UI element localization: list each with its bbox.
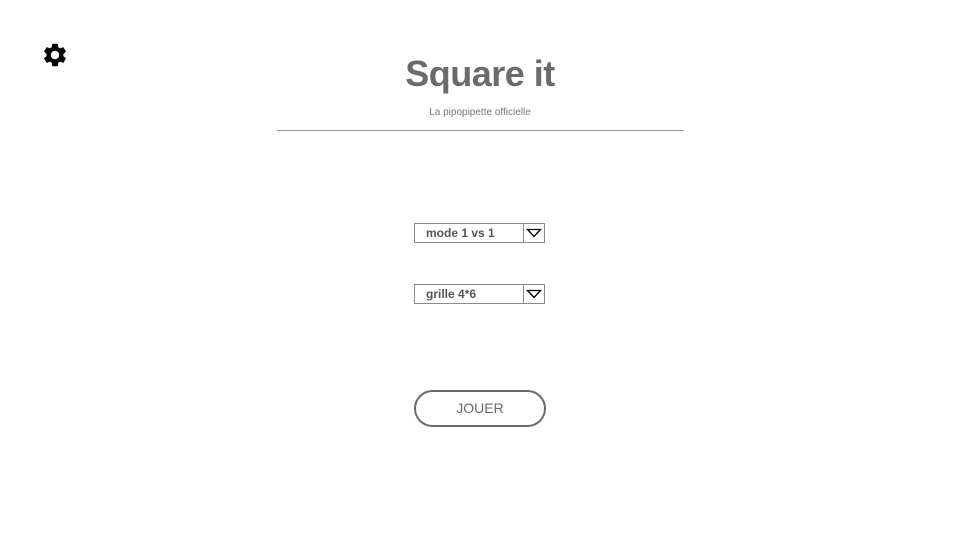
start-screen: Square it La pipopipette officielle mode… (0, 0, 960, 540)
app-subtitle: La pipopipette officielle (429, 107, 531, 118)
mode-select-toggle[interactable] (523, 224, 544, 242)
grid-select[interactable]: grille 4*6 (414, 284, 545, 304)
triangle-down-icon (526, 228, 542, 238)
grid-select-toggle[interactable] (523, 285, 544, 303)
grid-select-value: grille 4*6 (426, 287, 477, 301)
triangle-down-icon (526, 289, 542, 299)
app-title: Square it (405, 53, 555, 94)
header-divider (277, 130, 684, 131)
mode-select[interactable]: mode 1 vs 1 (414, 223, 545, 243)
mode-select-value: mode 1 vs 1 (426, 226, 495, 240)
play-button[interactable]: JOUER (414, 390, 546, 427)
